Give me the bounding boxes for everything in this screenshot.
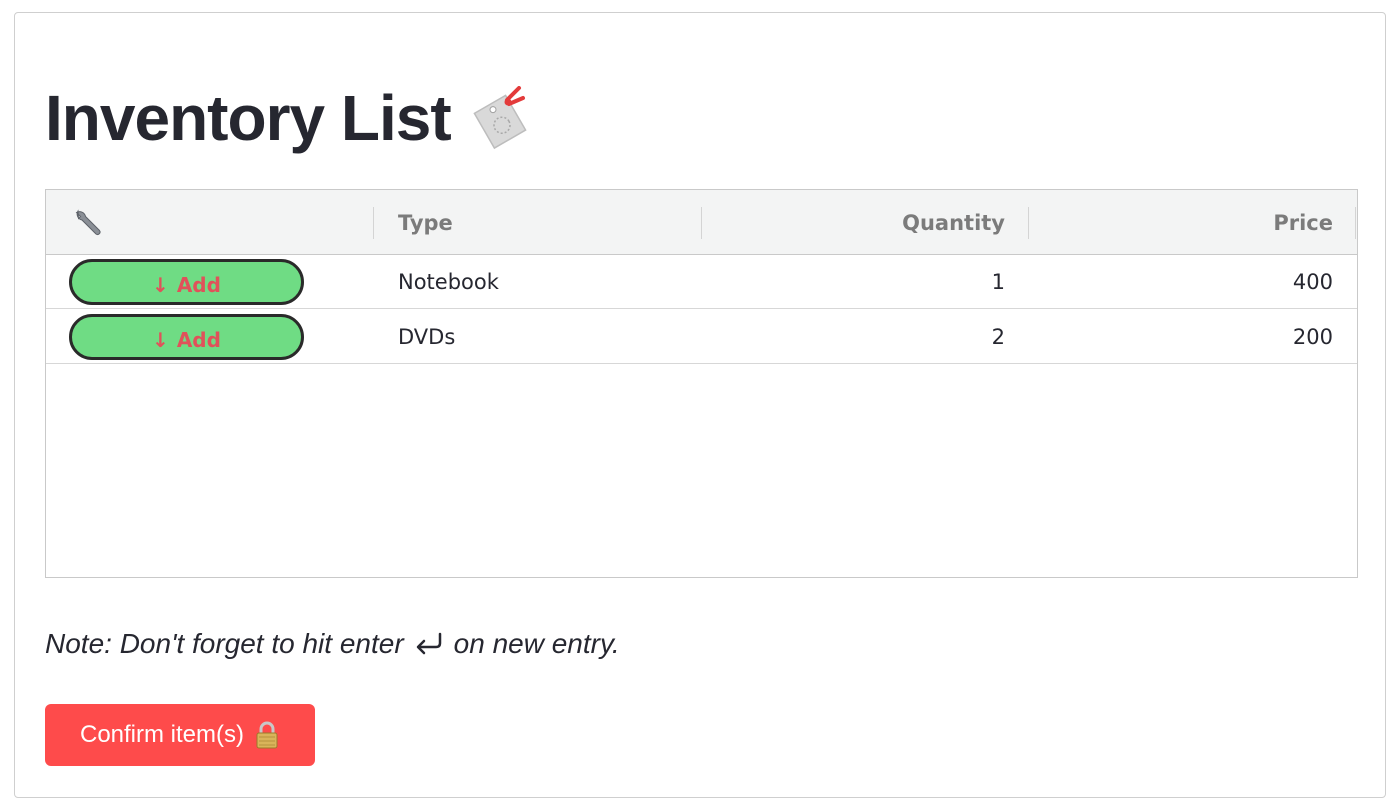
column-separator[interactable] (373, 207, 374, 239)
page-title-block: Inventory List (45, 82, 531, 154)
column-header-price[interactable]: Price (1036, 190, 1333, 255)
down-arrow-icon: ↓ (152, 273, 169, 297)
cell-price[interactable]: 200 (1036, 310, 1333, 364)
add-button-label: Add (176, 273, 221, 297)
column-header-quantity[interactable]: Quantity (706, 190, 1005, 255)
column-separator[interactable] (1028, 207, 1029, 239)
table-header: Type Quantity Price (46, 190, 1357, 255)
table-row: ↓ Add DVDs 2 200 (46, 310, 1357, 364)
inventory-table: Type Quantity Price ↓ Add Notebook 1 400… (45, 189, 1358, 578)
page-title: Inventory List (45, 82, 452, 154)
wrench-icon (75, 209, 101, 235)
note-text-after: on new entry. (453, 628, 620, 659)
enter-return-icon (416, 632, 441, 655)
cell-price[interactable]: 400 (1036, 255, 1333, 309)
note-text: Note: Don't forget to hit enter on new e… (45, 628, 620, 660)
price-tag-icon (473, 86, 527, 150)
add-button-label: Add (176, 328, 221, 352)
column-header-type[interactable]: Type (398, 190, 453, 255)
add-button[interactable]: ↓ Add (69, 314, 304, 360)
note-text-before: Note: Don't forget to hit enter (45, 628, 404, 659)
column-separator[interactable] (701, 207, 702, 239)
cell-quantity[interactable]: 2 (706, 310, 1005, 364)
add-button[interactable]: ↓ Add (69, 259, 304, 305)
confirm-button-label: Confirm item(s) (79, 721, 244, 748)
confirm-items-button[interactable]: Confirm item(s) (45, 704, 315, 766)
down-arrow-icon: ↓ (152, 328, 169, 352)
column-separator[interactable] (1355, 207, 1356, 239)
cell-type[interactable]: Notebook (398, 255, 499, 309)
table-row: ↓ Add Notebook 1 400 (46, 255, 1357, 309)
cell-type[interactable]: DVDs (398, 310, 455, 364)
lock-icon (256, 721, 278, 749)
cell-quantity[interactable]: 1 (706, 255, 1005, 309)
